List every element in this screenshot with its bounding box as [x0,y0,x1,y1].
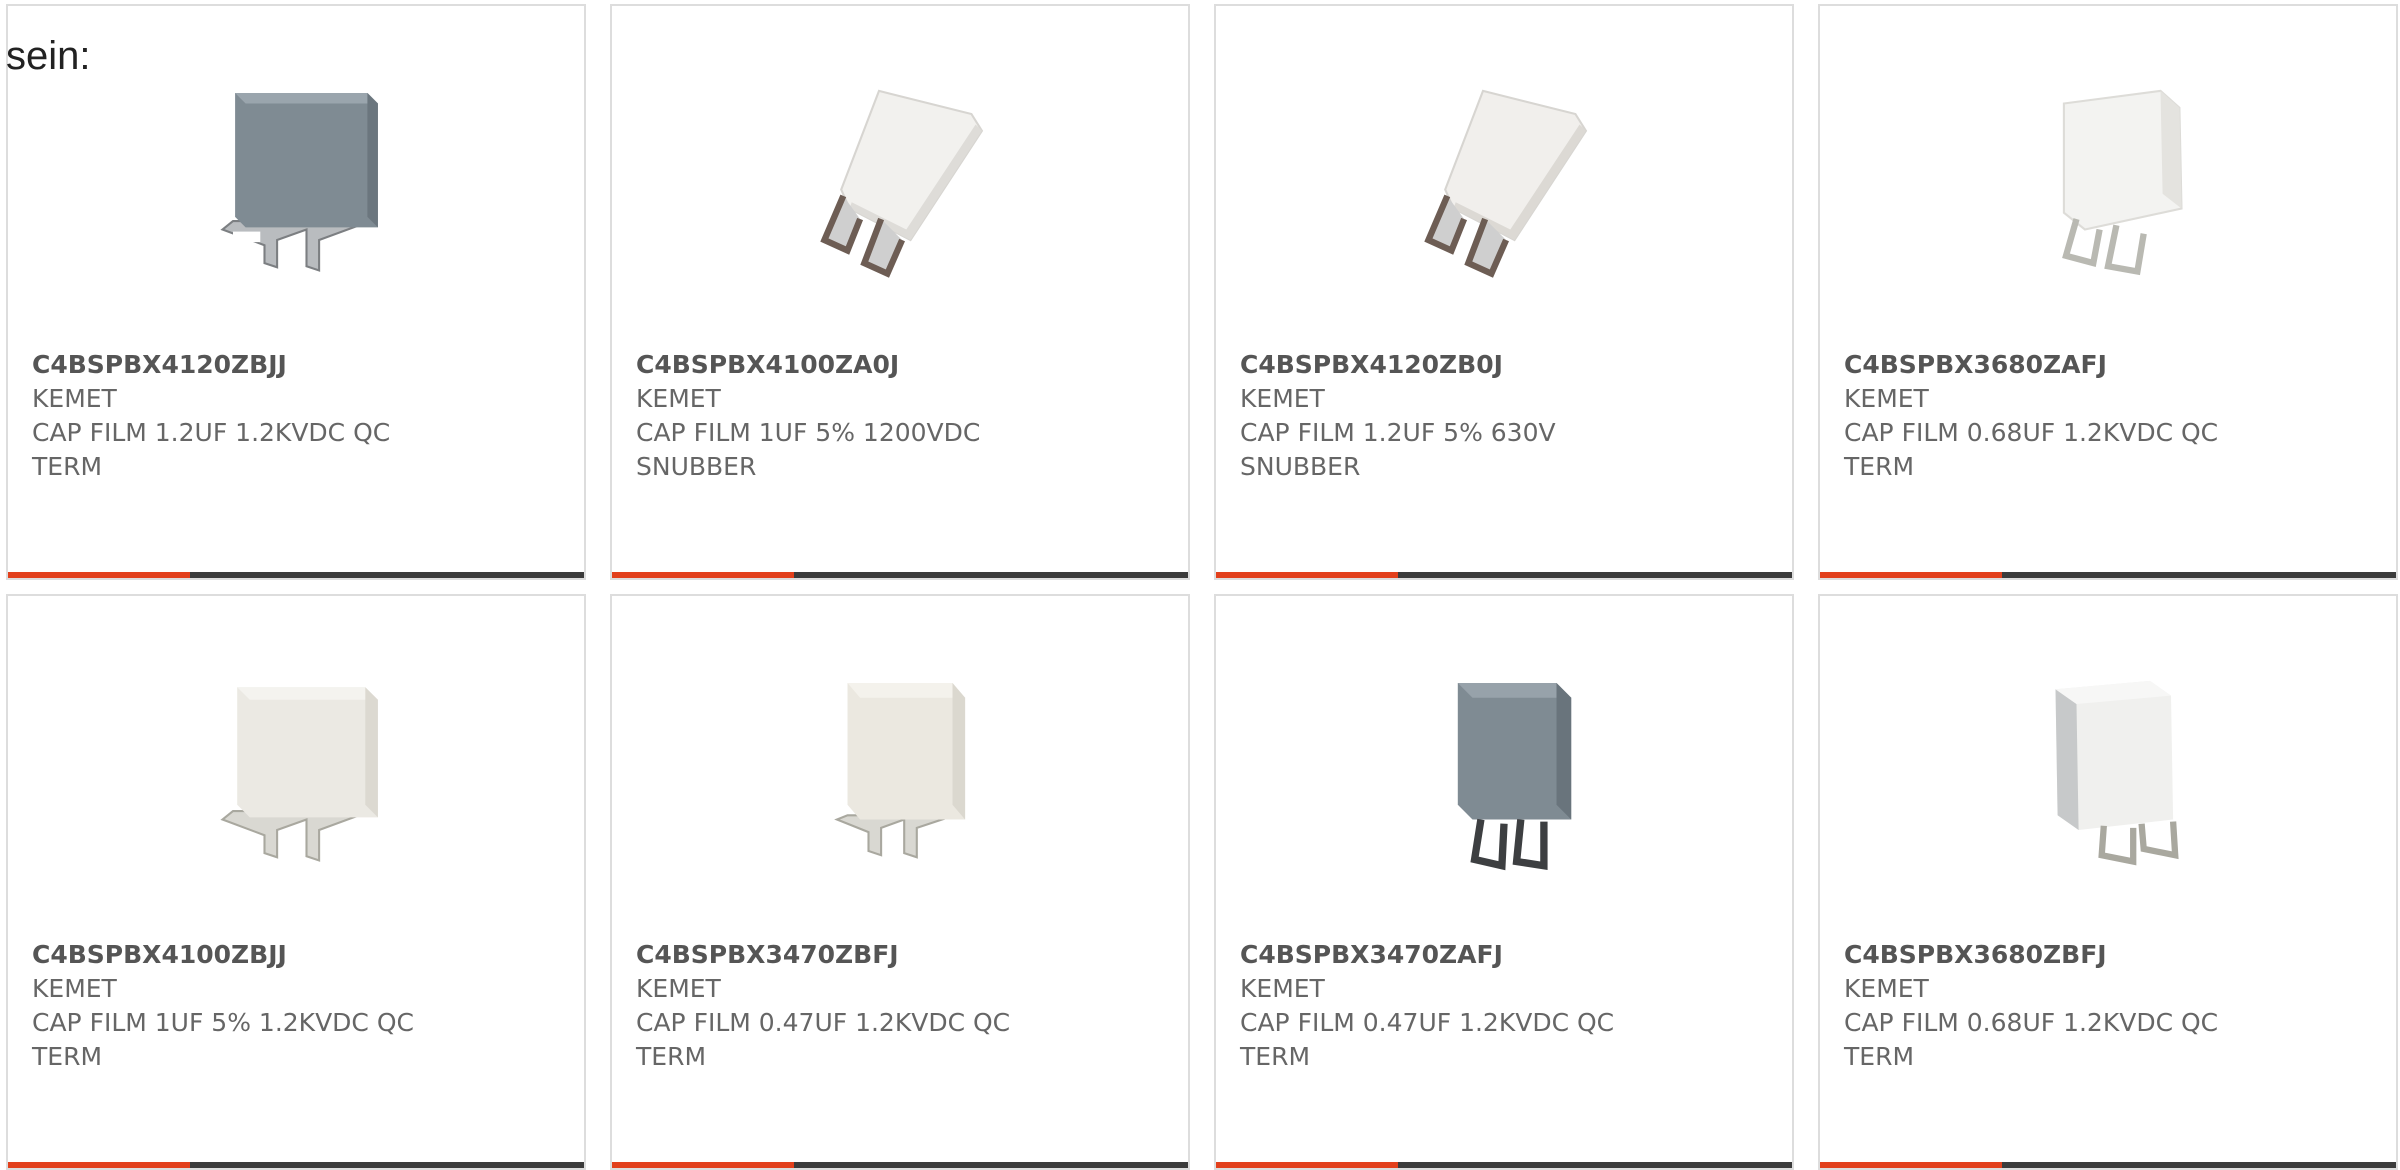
product-image[interactable] [1216,662,1792,872]
film-capacitor-image [2062,89,2183,276]
film-capacitor-image [820,89,984,278]
manufacturer: KEMET [32,974,117,1003]
intro-text: sein: [6,34,91,78]
film-capacitor-image [220,93,378,272]
card-accent-bar [8,572,190,578]
film-capacitor-image [2055,680,2179,866]
description: CAP FILM 1.2UF 5% 630V SNUBBER [1240,418,1556,481]
description: CAP FILM 0.47UF 1.2KVDC QC TERM [636,1008,1011,1071]
card-bottom-bar [1820,1162,2396,1168]
part-number[interactable]: C4BSPBX3680ZBFJ [1844,938,2376,972]
description: CAP FILM 0.68UF 1.2KVDC QC TERM [1844,1008,2219,1071]
card-accent-bar [1216,1162,1398,1168]
manufacturer: KEMET [636,384,721,413]
part-number[interactable]: C4BSPBX3680ZAFJ [1844,348,2376,382]
product-image[interactable] [8,72,584,282]
card-accent-bar [8,1162,190,1168]
description: CAP FILM 1UF 5% 1200VDC SNUBBER [636,418,981,481]
film-capacitor-image [1457,683,1572,871]
product-image[interactable] [1216,72,1792,282]
card-bottom-bar [1820,572,2396,578]
card-bottom-bar [1216,1162,1792,1168]
card-bottom-bar [612,572,1188,578]
description: CAP FILM 0.68UF 1.2KVDC QC TERM [1844,418,2219,481]
product-card[interactable]: C4BSPBX4120ZB0J KEMET CAP FILM 1.2UF 5% … [1214,4,1794,580]
part-number[interactable]: C4BSPBX4120ZBJJ [32,348,564,382]
film-capacitor-image [834,683,966,859]
card-bottom-bar [612,1162,1188,1168]
card-accent-bar [1216,572,1398,578]
card-bottom-bar [8,572,584,578]
card-accent-bar [612,1162,794,1168]
card-bottom-bar [8,1162,584,1168]
card-bottom-bar [1216,572,1792,578]
product-card[interactable]: C4BSPBX3470ZBFJ KEMET CAP FILM 0.47UF 1.… [610,594,1190,1170]
product-image[interactable] [612,72,1188,282]
product-card[interactable]: C4BSPBX4100ZA0J KEMET CAP FILM 1UF 5% 12… [610,4,1190,580]
card-accent-bar [1820,572,2002,578]
film-capacitor-image [220,687,378,862]
manufacturer: KEMET [32,384,117,413]
product-image[interactable] [1820,662,2396,872]
product-image[interactable] [612,662,1188,872]
part-number[interactable]: C4BSPBX3470ZAFJ [1240,938,1772,972]
part-number[interactable]: C4BSPBX3470ZBFJ [636,938,1168,972]
card-accent-bar [1820,1162,2002,1168]
description: CAP FILM 1.2UF 1.2KVDC QC TERM [32,418,391,481]
part-number[interactable]: C4BSPBX4100ZA0J [636,348,1168,382]
manufacturer: KEMET [636,974,721,1003]
description: CAP FILM 1UF 5% 1.2KVDC QC TERM [32,1008,414,1071]
part-number[interactable]: C4BSPBX4100ZBJJ [32,938,564,972]
product-card[interactable]: C4BSPBX3470ZAFJ KEMET CAP FILM 0.47UF 1.… [1214,594,1794,1170]
description: CAP FILM 0.47UF 1.2KVDC QC TERM [1240,1008,1615,1071]
manufacturer: KEMET [1844,974,1929,1003]
manufacturer: KEMET [1240,384,1325,413]
manufacturer: KEMET [1844,384,1929,413]
product-card[interactable]: C4BSPBX4100ZBJJ KEMET CAP FILM 1UF 5% 1.… [6,594,586,1170]
product-image[interactable] [1820,72,2396,282]
product-card[interactable]: C4BSPBX3680ZAFJ KEMET CAP FILM 0.68UF 1.… [1818,4,2398,580]
product-image[interactable] [8,662,584,872]
product-card[interactable]: C4BSPBX3680ZBFJ KEMET CAP FILM 0.68UF 1.… [1818,594,2398,1170]
part-number[interactable]: C4BSPBX4120ZB0J [1240,348,1772,382]
card-accent-bar [612,572,794,578]
manufacturer: KEMET [1240,974,1325,1003]
film-capacitor-image [1424,89,1588,278]
product-card[interactable]: C4BSPBX4120ZBJJ KEMET CAP FILM 1.2UF 1.2… [6,4,586,580]
product-grid: C4BSPBX4120ZBJJ KEMET CAP FILM 1.2UF 1.2… [6,4,2400,1170]
